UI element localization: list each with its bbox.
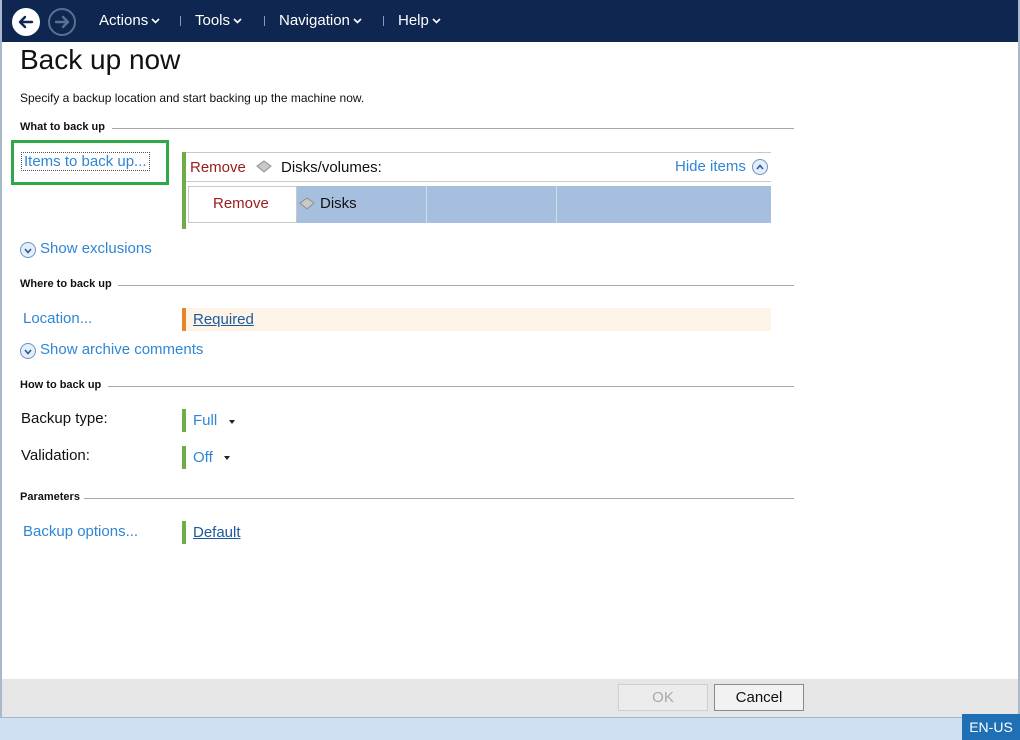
cancel-button[interactable]: Cancel: [714, 684, 804, 711]
remove-all-link[interactable]: Remove: [190, 159, 246, 176]
menu-navigation[interactable]: Navigation: [279, 12, 362, 29]
menu-tools[interactable]: Tools: [195, 12, 242, 29]
menu-actions[interactable]: Actions: [99, 12, 160, 29]
validation-label: Validation:: [21, 447, 90, 464]
chevron-down-icon: [233, 18, 242, 24]
menu-actions-label: Actions: [99, 12, 149, 29]
chevron-down-icon: [24, 349, 32, 355]
menu-tools-label: Tools: [195, 12, 231, 29]
dropdown-caret-icon[interactable]: [229, 420, 235, 424]
chevron-down-icon: [151, 18, 160, 24]
disk-icon: [299, 197, 315, 210]
location-required-link[interactable]: Required: [193, 311, 254, 328]
arrow-left-icon: [18, 15, 34, 29]
arrow-right-icon: [54, 15, 70, 29]
dropdown-caret-icon[interactable]: [224, 456, 230, 460]
hide-items-link[interactable]: Hide items: [675, 158, 746, 175]
row-remove-link[interactable]: Remove: [213, 195, 269, 212]
menu-separator: [383, 16, 384, 26]
section-heading-how: How to back up: [20, 379, 102, 391]
menu-separator: [180, 16, 181, 26]
section-divider: [84, 498, 794, 499]
forward-button[interactable]: [48, 8, 76, 36]
app-window: Actions Tools Navigation Help Back up no…: [0, 0, 1020, 740]
chevron-down-icon: [432, 18, 441, 24]
ok-button[interactable]: OK: [618, 684, 708, 711]
disks-volumes-label: Disks/volumes:: [281, 159, 382, 176]
status-bar-ok: [182, 521, 186, 544]
location-link[interactable]: Location...: [23, 310, 92, 327]
dialog-footer: [2, 679, 1018, 717]
page-subtitle: Specify a backup location and start back…: [20, 91, 365, 105]
show-exclusions-link[interactable]: Show exclusions: [40, 240, 152, 257]
row-item-name: Disks: [320, 195, 357, 212]
chevron-up-icon: [756, 164, 764, 170]
menu-help[interactable]: Help: [398, 12, 441, 29]
backup-type-dropdown[interactable]: Full: [193, 412, 217, 429]
section-heading-parameters: Parameters: [20, 491, 80, 503]
expand-icon[interactable]: [20, 242, 36, 258]
chevron-down-icon: [353, 18, 362, 24]
row-remove-cell[interactable]: Remove: [188, 186, 297, 223]
show-archive-comments-link[interactable]: Show archive comments: [40, 341, 203, 358]
menu-help-label: Help: [398, 12, 429, 29]
status-bar-ok: [182, 446, 186, 469]
page-title: Back up now: [20, 44, 181, 75]
status-bar-ok: [182, 409, 186, 432]
disk-icon: [256, 160, 272, 173]
top-menu-bar: Actions Tools Navigation Help: [2, 0, 1018, 42]
back-button[interactable]: [12, 8, 40, 36]
items-panel-header: Remove Disks/volumes: Hide items: [186, 152, 771, 182]
items-to-back-up-link[interactable]: Items to back up...: [21, 152, 150, 171]
status-bar: [0, 717, 1020, 740]
section-heading-what: What to back up: [20, 121, 105, 133]
menu-navigation-label: Navigation: [279, 12, 350, 29]
section-heading-where: Where to back up: [20, 278, 112, 290]
cell-divider: [556, 186, 557, 223]
cell-divider: [426, 186, 427, 223]
status-bar-required: [182, 308, 186, 331]
expand-icon[interactable]: [20, 343, 36, 359]
backup-options-default-link[interactable]: Default: [193, 524, 241, 541]
validation-dropdown[interactable]: Off: [193, 449, 213, 466]
menu-separator: [264, 16, 265, 26]
section-divider: [108, 386, 794, 387]
location-field: [182, 308, 771, 331]
item-row: Remove Disks: [188, 186, 771, 223]
backup-type-label: Backup type:: [21, 410, 108, 427]
language-indicator[interactable]: EN-US: [962, 714, 1020, 740]
chevron-down-icon: [24, 248, 32, 254]
collapse-icon[interactable]: [752, 159, 768, 175]
section-divider: [112, 128, 794, 129]
section-divider: [118, 285, 794, 286]
backup-options-link[interactable]: Backup options...: [23, 523, 138, 540]
